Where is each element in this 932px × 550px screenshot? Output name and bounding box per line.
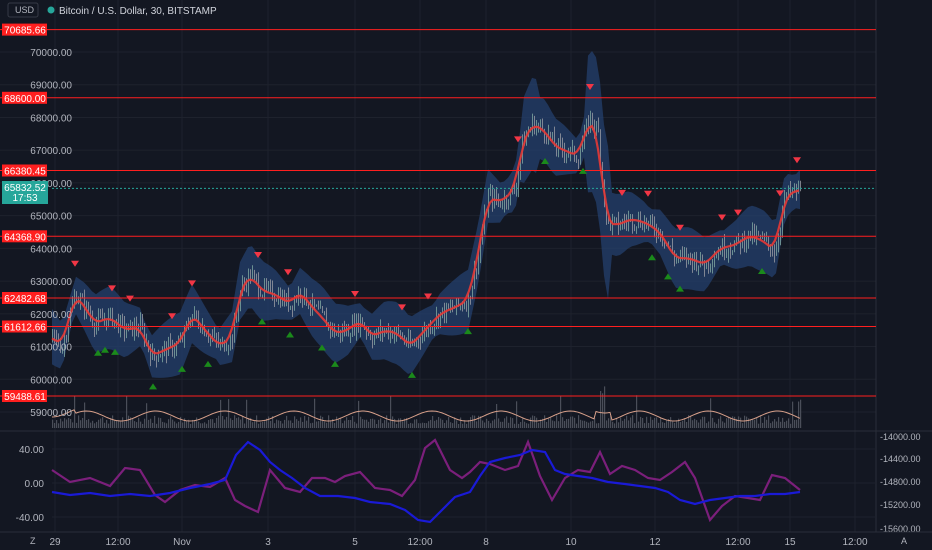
price-tick-label: 61000.00 <box>30 343 72 354</box>
time-tick-label: 8 <box>483 537 489 548</box>
level-label: 70685.66 <box>4 26 46 37</box>
time-tick-label: 12:00 <box>842 537 867 548</box>
oscillator-right-tick: -14800.00 <box>880 477 921 487</box>
price-tick-label: 63000.00 <box>30 277 72 288</box>
price-chart[interactable]: 70000.0069000.0068000.0067000.0066000.00… <box>0 0 932 550</box>
oscillator-right-tick: -14400.00 <box>880 454 921 464</box>
price-tick-label: 70000.00 <box>30 48 72 59</box>
oscillator-left-tick: 0.00 <box>25 479 45 490</box>
symbol-title[interactable]: Bitcoin / U.S. Dollar, 30, BITSTAMP <box>59 6 217 17</box>
level-label: 68600.00 <box>4 94 46 105</box>
market-status-icon <box>47 6 55 14</box>
price-tick-label: 62000.00 <box>30 310 72 321</box>
oscillator-right-tick: -15200.00 <box>880 500 921 510</box>
time-tick-label: 15 <box>784 537 796 548</box>
time-tick-label: 12:00 <box>407 537 432 548</box>
price-tick-label: 59000.00 <box>30 408 72 419</box>
level-label: 64368.90 <box>4 232 46 243</box>
time-tick-label: Nov <box>173 537 191 548</box>
price-tick-label: 64000.00 <box>30 244 72 255</box>
price-tick-label: 65000.00 <box>30 212 72 223</box>
zoom-button[interactable]: Z <box>30 536 36 546</box>
time-tick-label: 29 <box>49 537 61 548</box>
oscillator-left-tick: -40.00 <box>16 513 45 524</box>
level-label: 66380.45 <box>4 167 46 178</box>
price-tick-label: 68000.00 <box>30 114 72 125</box>
price-tick-label: 69000.00 <box>30 81 72 92</box>
chart-window: 70000.00 69000.00 68000.00 67000.00 66000.00… <box>0 0 932 550</box>
level-label: 59488.61 <box>4 392 46 403</box>
time-tick-label: 3 <box>265 537 271 548</box>
oscillator-left-tick: 40.00 <box>19 445 44 456</box>
auto-scale-button[interactable]: A <box>901 536 907 546</box>
time-tick-label: 10 <box>565 537 577 548</box>
price-tick-label: 60000.00 <box>30 375 72 386</box>
time-tick-label: 12:00 <box>105 537 130 548</box>
current-price-badge: 65832.52 17:53 <box>2 181 48 204</box>
time-tick-label: 12 <box>649 537 661 548</box>
level-label: 61612.66 <box>4 323 46 334</box>
time-tick-label: 5 <box>352 537 358 548</box>
time-tick-label: 12:00 <box>725 537 750 548</box>
countdown-value: 17:53 <box>12 193 37 204</box>
oscillator-right-tick: -14000.00 <box>880 432 921 442</box>
currency-label: USD <box>15 5 35 15</box>
level-label: 62482.68 <box>4 294 46 305</box>
price-tick-label: 67000.00 <box>30 146 72 157</box>
